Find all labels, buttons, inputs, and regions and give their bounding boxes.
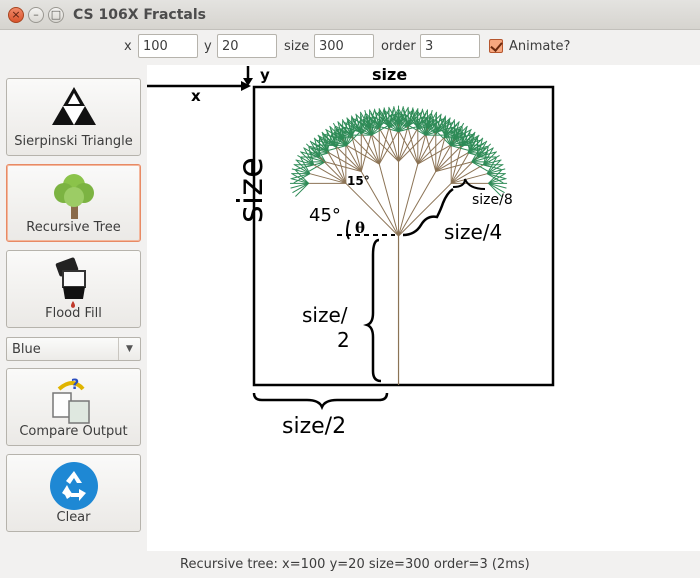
animate-checkbox[interactable]	[489, 39, 503, 53]
tree-branch	[407, 127, 419, 165]
minimize-window-button[interactable]: –	[28, 7, 44, 23]
compare-icon: ?	[52, 377, 90, 424]
maximize-window-button[interactable]: □	[48, 7, 64, 23]
title-bar: × – □ CS 106X Fractals	[0, 0, 700, 30]
eighth-size-label: size/8	[472, 192, 513, 208]
sierpinski-triangle-label: Sierpinski Triangle	[14, 134, 133, 149]
angle-15-label: 15°	[347, 174, 370, 188]
tree-branch	[378, 163, 400, 237]
half-size-left-label: size/	[302, 303, 348, 327]
eighth-brace	[452, 178, 486, 190]
size-label: size	[284, 39, 310, 54]
clear-label: Clear	[56, 510, 91, 525]
animate-label[interactable]: Animate?	[509, 39, 570, 54]
half-size-bottom-label: size/2	[282, 414, 346, 439]
chevron-down-icon[interactable]: ▼	[118, 338, 140, 360]
flood-fill-button[interactable]: Flood Fill	[6, 250, 141, 328]
tree-branch	[449, 144, 469, 151]
order-input[interactable]	[420, 34, 480, 58]
recycle-icon	[50, 462, 98, 510]
order-label: order	[381, 39, 416, 54]
window-title: CS 106X Fractals	[73, 7, 206, 23]
theta-label: θ	[355, 219, 365, 237]
size-input[interactable]	[314, 34, 374, 58]
compare-output-label: Compare Output	[19, 424, 128, 439]
close-window-button[interactable]: ×	[8, 7, 24, 23]
color-select-value: Blue	[12, 342, 41, 357]
x-axis-label: x	[191, 87, 201, 105]
trunk-brace	[363, 238, 382, 383]
size-top-label: size	[372, 65, 407, 84]
angle-arc	[346, 219, 350, 240]
x-input[interactable]	[138, 34, 198, 58]
flood-fill-label: Flood Fill	[45, 306, 102, 321]
recursive-tree-label: Recursive Tree	[26, 220, 121, 235]
drawing-canvas[interactable]: x y size size size/ 2 size/2 size/4 size…	[147, 65, 700, 551]
tree-branch	[398, 163, 419, 237]
y-input[interactable]	[217, 34, 277, 58]
status-text: Recursive tree: x=100 y=20 size=300 orde…	[180, 557, 530, 572]
quarter-size-label: size/4	[444, 220, 502, 244]
tree-branch	[378, 127, 390, 165]
angle-45-label: 45°	[309, 205, 341, 226]
tree-icon	[54, 174, 94, 219]
tree-branch	[487, 173, 506, 179]
svg-text:?: ?	[71, 377, 79, 393]
size-left-label: size	[231, 157, 271, 223]
recursive-tree-drawing	[289, 105, 508, 385]
clear-button[interactable]: Clear	[6, 454, 141, 532]
y-label: y	[204, 39, 212, 54]
sierpinski-icon	[52, 87, 96, 125]
color-select[interactable]: Blue ▼	[6, 337, 141, 361]
y-axis-label: y	[260, 66, 270, 84]
paint-brush-icon	[55, 257, 86, 308]
half-size-left-label-2: 2	[337, 328, 350, 352]
x-label: x	[124, 39, 132, 54]
compare-output-button[interactable]: ? Compare Output	[6, 368, 141, 446]
recursive-tree-button[interactable]: Recursive Tree	[6, 164, 141, 242]
fractal-diagram: x y size size size/ 2 size/2 size/4 size…	[147, 65, 555, 439]
sierpinski-triangle-button[interactable]: Sierpinski Triangle	[6, 78, 141, 156]
bottom-brace	[252, 392, 389, 411]
